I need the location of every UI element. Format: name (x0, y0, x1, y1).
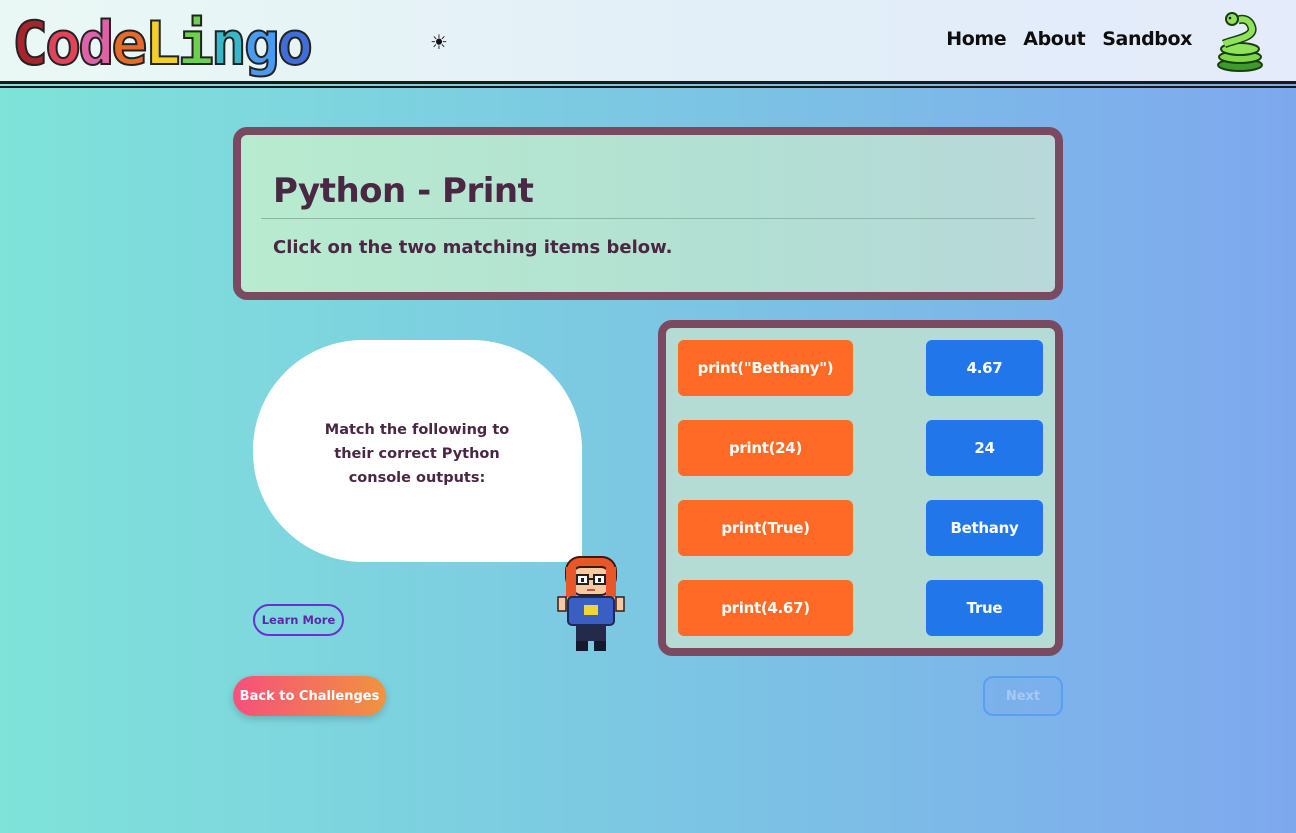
next-button[interactable]: Next (983, 676, 1063, 716)
top-navbar: CodeLingo ☀ Home About Sandbox (0, 0, 1296, 88)
learn-more-button[interactable]: Learn More (253, 604, 344, 636)
lesson-title: Python - Print (273, 171, 534, 211)
matching-panel: print("Bethany") print(24) print(True) p… (658, 320, 1063, 656)
logo-letter: g (243, 9, 281, 79)
codelingo-logo[interactable]: CodeLingo (11, 9, 314, 79)
python-snake-icon[interactable] (1214, 10, 1266, 74)
lesson-title-card: Python - Print Click on the two matching… (233, 127, 1063, 300)
nav-home-link[interactable]: Home (946, 28, 1006, 50)
match-item-left[interactable]: print(24) (678, 420, 853, 476)
match-item-right[interactable]: True (926, 580, 1043, 636)
nav-sandbox-link[interactable]: Sandbox (1102, 28, 1192, 50)
match-item-right[interactable]: 24 (926, 420, 1043, 476)
main-nav: Home About Sandbox (946, 28, 1192, 50)
match-item-right[interactable]: 4.67 (926, 340, 1043, 396)
speech-bubble-text: Match the following to their correct Pyt… (324, 422, 510, 486)
logo-letter: o (44, 9, 82, 79)
title-divider (261, 218, 1035, 219)
match-item-left[interactable]: print(4.67) (678, 580, 853, 636)
match-item-left[interactable]: print(True) (678, 500, 853, 556)
logo-letter: e (110, 9, 148, 79)
logo-letter: d (77, 9, 115, 79)
logo-letter: o (276, 9, 314, 79)
tutor-character-avatar (557, 556, 625, 651)
logo-letter: L (143, 9, 181, 79)
theme-toggle-icon[interactable]: ☀ (430, 30, 448, 54)
logo-letter: n (210, 9, 248, 79)
logo-letter: C (11, 9, 49, 79)
match-item-right[interactable]: Bethany (926, 500, 1043, 556)
back-to-challenges-button[interactable]: Back to Challenges (233, 676, 386, 716)
match-item-left[interactable]: print("Bethany") (678, 340, 853, 396)
nav-about-link[interactable]: About (1023, 28, 1085, 50)
lesson-instruction: Click on the two matching items below. (273, 237, 673, 258)
speech-bubble: Match the following to their correct Pyt… (253, 340, 582, 562)
logo-letter: i (177, 9, 215, 79)
